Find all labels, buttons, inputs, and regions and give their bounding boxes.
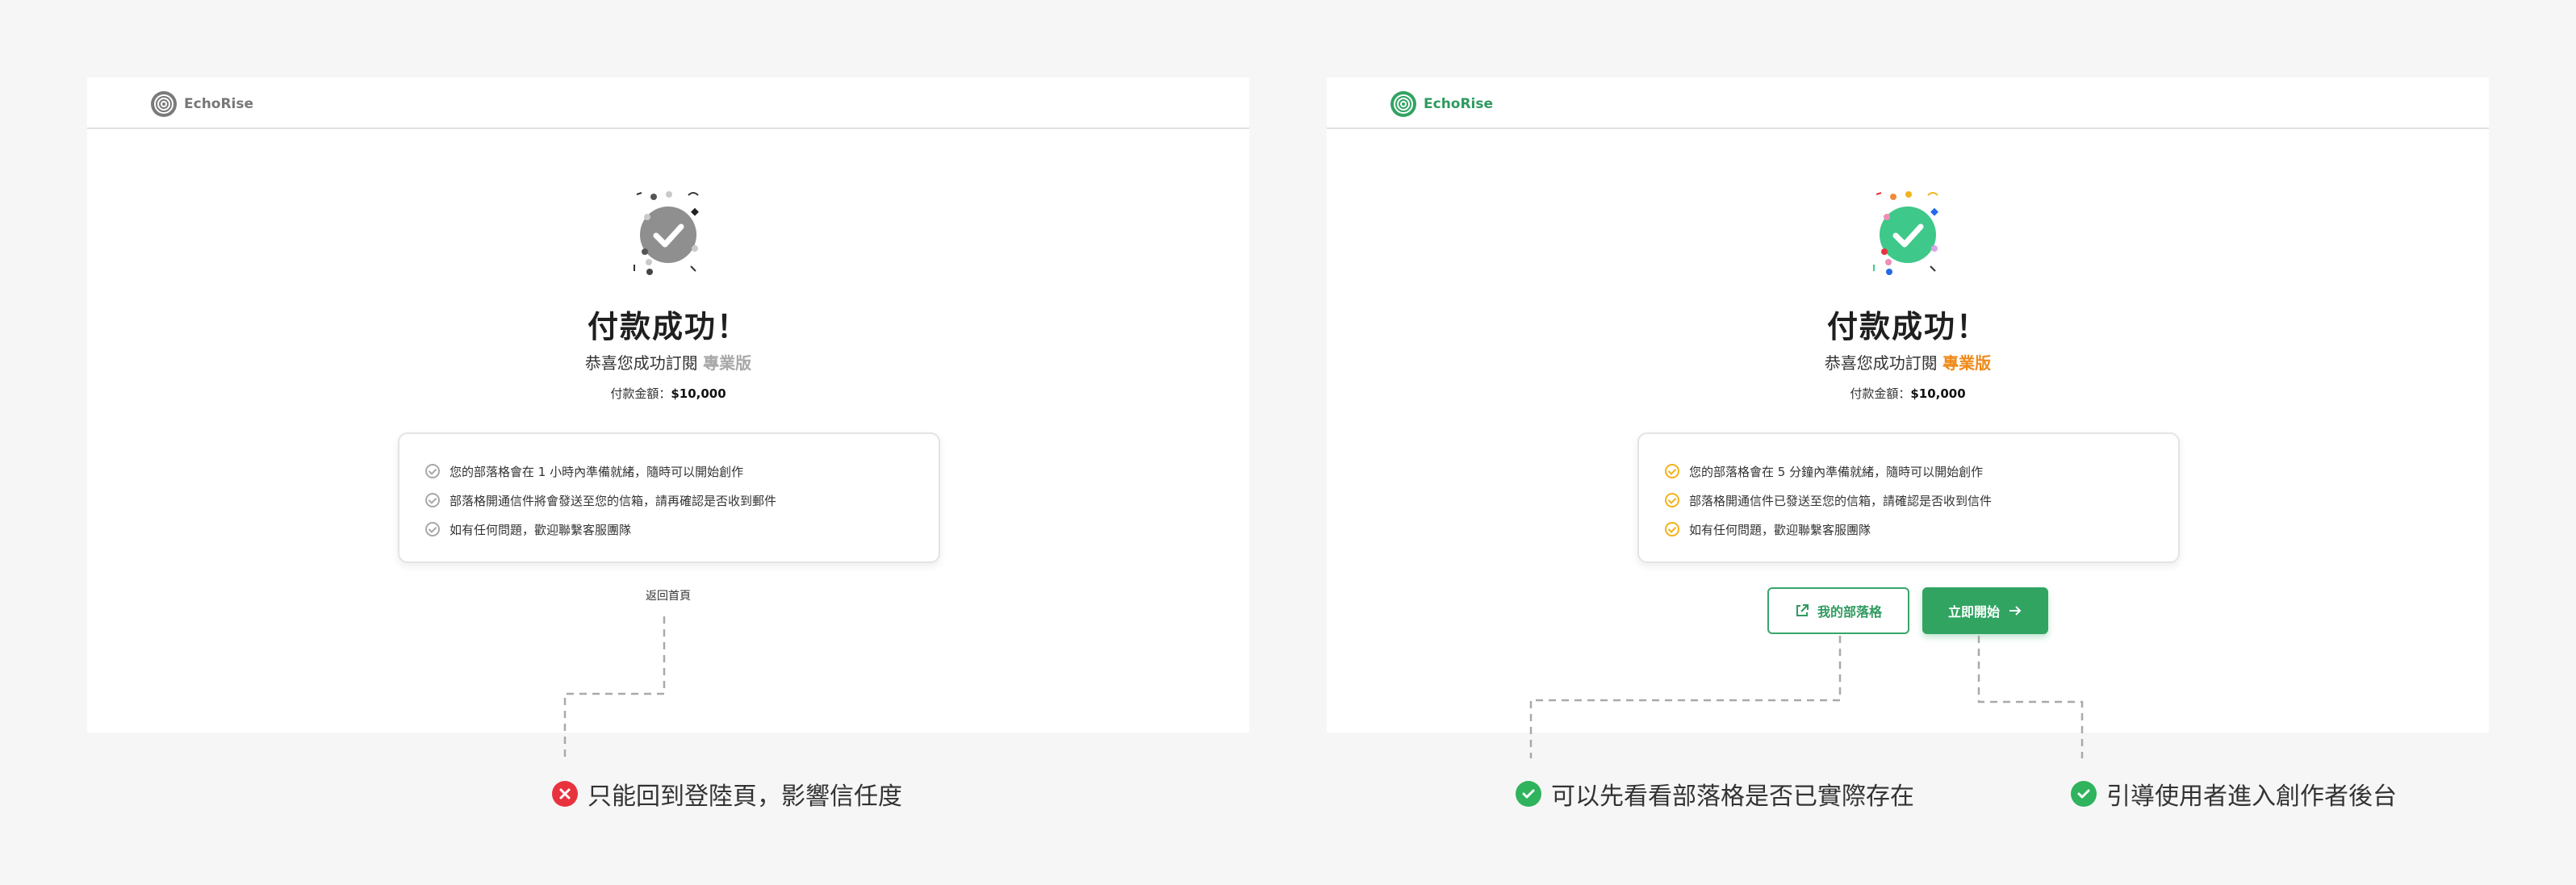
brand-name: EchoRise bbox=[184, 96, 254, 112]
top-navbar: EchoRise bbox=[1327, 77, 2489, 129]
start-now-button-label: 立即開始 bbox=[1947, 604, 2000, 620]
arrow-right-icon bbox=[2009, 606, 2022, 616]
callout-good-2: 引導使用者進入創作者後台 bbox=[2071, 776, 2397, 812]
info-item: 如有任何問題，歡迎聯繫客服團隊 bbox=[425, 515, 939, 544]
error-x-icon bbox=[552, 781, 578, 807]
info-item-text: 您的部落格會在 5 分鐘內準備就緒，隨時可以開始創作 bbox=[1689, 464, 1984, 479]
subscription-subtitle: 恭喜您成功訂閱 專業版 bbox=[87, 350, 1249, 374]
subtitle-text: 恭喜您成功訂閱 bbox=[1824, 353, 1943, 373]
brand-name: EchoRise bbox=[1424, 96, 1494, 112]
page-title: 付款成功！ bbox=[587, 309, 749, 344]
amount-value: $10,000 bbox=[1910, 386, 1966, 401]
back-to-home-link[interactable]: 返回首頁 bbox=[87, 587, 1249, 603]
info-item: 部落格開通信件將會發送至您的信箱，請再確認是否收到郵件 bbox=[425, 486, 939, 515]
success-check-icon bbox=[634, 191, 699, 275]
info-card: 您的部落格會在 5 分鐘內準備就緒，隨時可以開始創作 部落格開通信件已發送至您的… bbox=[1637, 432, 2180, 563]
payment-amount: 付款金額：$10,000 bbox=[87, 385, 1249, 402]
success-check-icon bbox=[1516, 781, 1541, 807]
success-illustration bbox=[1327, 190, 2489, 279]
info-item-text: 如有任何問題，歡迎聯繫客服團隊 bbox=[450, 522, 632, 537]
success-check-icon bbox=[1873, 191, 1938, 275]
info-item: 如有任何問題，歡迎聯繫客服團隊 bbox=[1665, 515, 2178, 544]
check-circle-icon bbox=[1665, 464, 1679, 478]
brand[interactable]: EchoRise bbox=[150, 90, 253, 118]
info-item-text: 部落格開通信件將會發送至您的信箱，請再確認是否收到郵件 bbox=[450, 493, 777, 508]
my-blog-button[interactable]: 我的部落格 bbox=[1767, 587, 1909, 634]
page-title: 付款成功！ bbox=[1826, 309, 1988, 344]
logo-icon bbox=[151, 91, 177, 117]
info-item-text: 如有任何問題，歡迎聯繫客服團隊 bbox=[1689, 522, 1871, 537]
my-blog-button-label: 我的部落格 bbox=[1817, 604, 1882, 620]
callout-bad: 只能回到登陸頁，影響信任度 bbox=[552, 776, 902, 812]
info-item: 您的部落格會在 1 小時內準備就緒，隨時可以開始創作 bbox=[425, 457, 939, 486]
check-circle-icon bbox=[1665, 522, 1679, 536]
start-now-button[interactable]: 立即開始 bbox=[1922, 587, 2048, 634]
amount-label: 付款金額： bbox=[610, 386, 671, 401]
subtitle-text: 恭喜您成功訂閱 bbox=[584, 353, 704, 373]
info-card: 您的部落格會在 1 小時內準備就緒，隨時可以開始創作 部落格開通信件將會發送至您… bbox=[398, 432, 940, 563]
callout-good-1: 可以先看看部落格是否已實際存在 bbox=[1516, 776, 1914, 812]
success-check-icon bbox=[2071, 781, 2097, 807]
info-item: 部落格開通信件已發送至您的信箱，請確認是否收到信件 bbox=[1665, 486, 2178, 515]
info-item-text: 您的部落格會在 1 小時內準備就緒，隨時可以開始創作 bbox=[450, 464, 744, 479]
payment-amount: 付款金額：$10,000 bbox=[1327, 385, 2489, 402]
check-circle-icon bbox=[425, 464, 440, 478]
callout-good-1-text: 可以先看看部落格是否已實際存在 bbox=[1551, 783, 1914, 811]
after-page-panel: EchoRise 付款成功！ 恭喜您成功訂閱 專業版 付款金額：$10,000 … bbox=[1327, 77, 2489, 733]
check-circle-icon bbox=[1665, 493, 1679, 507]
external-link-icon bbox=[1796, 604, 1809, 616]
logo-icon bbox=[1390, 91, 1416, 117]
info-item: 您的部落格會在 5 分鐘內準備就緒，隨時可以開始創作 bbox=[1665, 457, 2178, 486]
callout-good-2-text: 引導使用者進入創作者後台 bbox=[2106, 783, 2397, 811]
info-item-text: 部落格開通信件已發送至您的信箱，請確認是否收到信件 bbox=[1689, 493, 1993, 508]
amount-label: 付款金額： bbox=[1850, 386, 1911, 401]
check-circle-icon bbox=[425, 493, 440, 507]
amount-value: $10,000 bbox=[671, 386, 726, 401]
callout-bad-text: 只能回到登陸頁，影響信任度 bbox=[588, 783, 902, 811]
success-illustration bbox=[87, 190, 1249, 279]
check-circle-icon bbox=[425, 522, 440, 536]
plan-name: 專業版 bbox=[1942, 353, 1992, 373]
before-page-panel: EchoRise 付款成功！ 恭喜您成功訂閱 專業版 付款金額：$10,000 … bbox=[87, 77, 1249, 733]
plan-name: 專業版 bbox=[703, 353, 752, 373]
top-navbar: EchoRise bbox=[87, 77, 1249, 129]
brand[interactable]: EchoRise bbox=[1390, 90, 1493, 118]
subscription-subtitle: 恭喜您成功訂閱 專業版 bbox=[1327, 350, 2489, 374]
